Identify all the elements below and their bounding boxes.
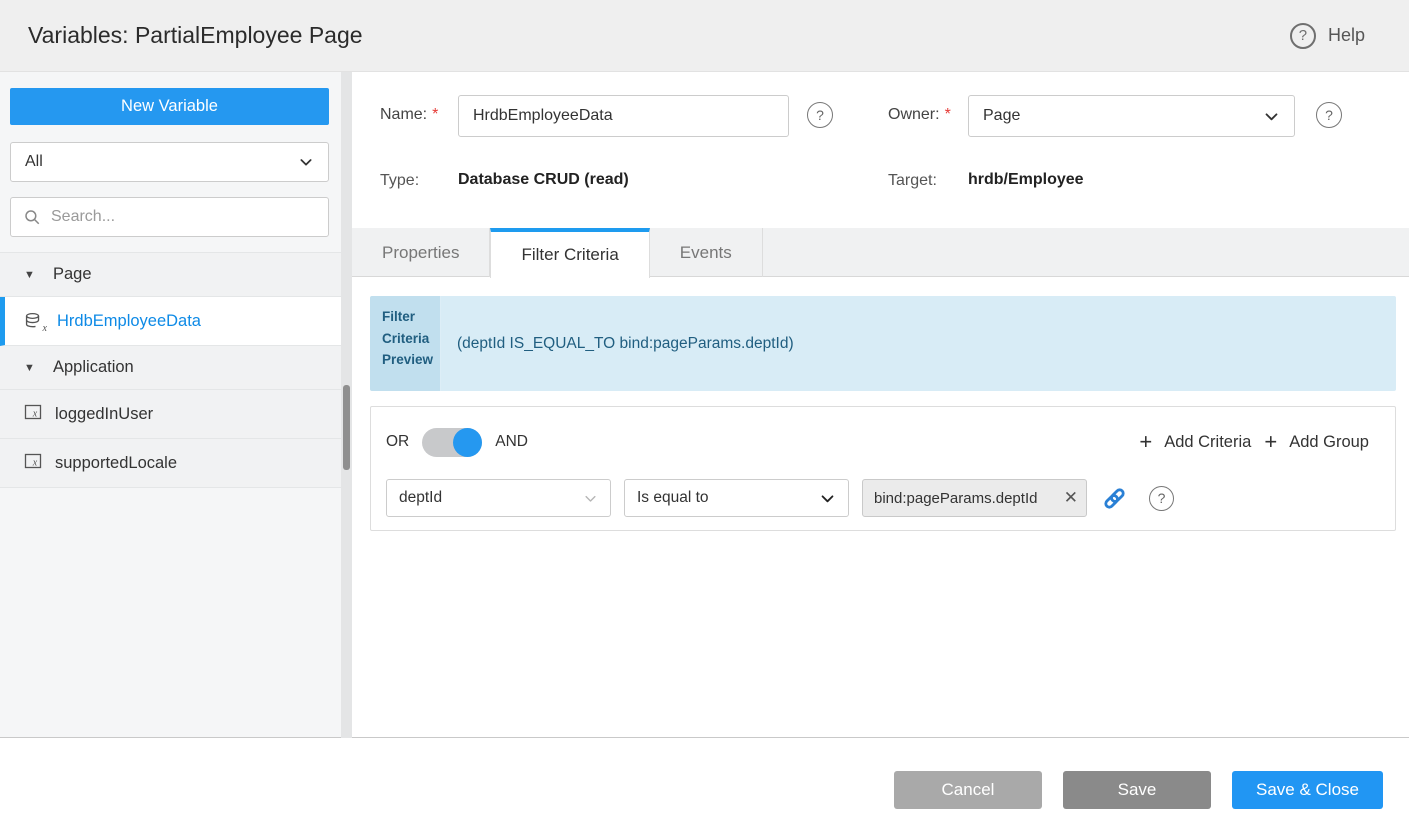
search-input[interactable] — [10, 197, 329, 237]
variable-filter-select[interactable]: All — [10, 142, 329, 182]
criteria-bound-value: bind:pageParams.deptId — [874, 490, 1062, 507]
criteria-value-chip[interactable]: bind:pageParams.deptId ✕ — [862, 479, 1087, 517]
owner-label: Owner:* — [888, 106, 951, 124]
model-variable-icon: x — [24, 404, 42, 425]
sidebar-item-loggedinuser[interactable]: x loggedInUser — [0, 390, 341, 439]
add-criteria-button[interactable]: + Add Criteria — [1139, 431, 1251, 453]
help-icon: ? — [1290, 23, 1316, 49]
svg-text:x: x — [32, 408, 38, 419]
type-value: Database CRUD (read) — [458, 171, 629, 189]
bind-link-icon[interactable] — [1102, 486, 1127, 511]
save-button[interactable]: Save — [1063, 771, 1211, 809]
preview-label: Filter Criteria Preview — [370, 296, 441, 391]
sidebar-item-label: HrdbEmployeeData — [57, 312, 201, 331]
tab-bar: Properties Filter Criteria Events — [352, 228, 1409, 277]
add-group-button[interactable]: + Add Group — [1264, 431, 1369, 453]
help-button[interactable]: ? Help — [1290, 23, 1365, 49]
preview-value: (deptId IS_EQUAL_TO bind:pageParams.dept… — [441, 296, 1396, 391]
target-value: hrdb/Employee — [968, 171, 1084, 189]
sidebar-item-hrdbemployeedata[interactable]: x HrdbEmployeeData — [0, 297, 341, 346]
help-label: Help — [1328, 25, 1365, 46]
cancel-button[interactable]: Cancel — [894, 771, 1042, 809]
criteria-condition-value: Is equal to — [637, 489, 819, 507]
name-field[interactable] — [458, 95, 789, 137]
chevron-down-icon — [1263, 108, 1280, 125]
criteria-field-value: deptId — [399, 489, 583, 507]
sidebar-scrollbar-thumb[interactable] — [343, 385, 350, 470]
database-variable-icon: x — [24, 312, 44, 331]
target-label: Target: — [888, 172, 937, 190]
variable-list: ▼ Page x HrdbEmployeeData ▼ — [0, 252, 341, 488]
sidebar-group-page[interactable]: ▼ Page — [0, 253, 341, 297]
type-label: Type: — [380, 172, 419, 190]
svg-text:x: x — [32, 457, 38, 468]
owner-help-icon[interactable]: ? — [1316, 102, 1342, 128]
model-variable-icon: x — [24, 453, 42, 474]
sidebar-group-label: Page — [53, 265, 92, 284]
chevron-down-icon — [298, 154, 314, 170]
search-icon — [23, 208, 41, 231]
tab-filter-criteria[interactable]: Filter Criteria — [490, 228, 649, 278]
variable-form: Name:* ? Owner:* Page ? Type: Database C… — [352, 72, 1409, 228]
criteria-row: deptId Is equal to bind:pageParams.deptI… — [386, 479, 1174, 517]
criteria-field-select[interactable]: deptId — [386, 479, 611, 517]
filter-criteria-preview: Filter Criteria Preview (deptId IS_EQUAL… — [370, 296, 1396, 391]
owner-value: Page — [983, 107, 1263, 125]
collapse-triangle-icon[interactable]: ▼ — [24, 269, 40, 281]
or-and-toggle[interactable] — [422, 428, 482, 457]
name-help-icon[interactable]: ? — [807, 102, 833, 128]
toggle-knob[interactable] — [453, 428, 482, 457]
variables-sidebar: New Variable All ▼ Page — [0, 72, 352, 737]
sidebar-item-supportedlocale[interactable]: x supportedLocale — [0, 439, 341, 488]
collapse-triangle-icon[interactable]: ▼ — [24, 362, 40, 374]
variable-detail-panel: Name:* ? Owner:* Page ? Type: Database C… — [352, 72, 1409, 737]
clear-binding-icon[interactable]: ✕ — [1062, 488, 1078, 508]
chevron-down-icon — [583, 491, 598, 506]
sidebar-group-application[interactable]: ▼ Application — [0, 346, 341, 390]
sidebar-group-label: Application — [53, 358, 134, 377]
or-label: OR — [386, 433, 409, 451]
plus-icon: + — [1264, 431, 1277, 453]
owner-select[interactable]: Page — [968, 95, 1295, 137]
required-marker: * — [945, 106, 951, 123]
dialog-body: New Variable All ▼ Page — [0, 72, 1409, 738]
dialog-header: Variables: PartialEmployee Page ? Help — [0, 0, 1409, 72]
filter-criteria-panel: Filter Criteria Preview (deptId IS_EQUAL… — [352, 278, 1409, 737]
dialog-footer: Cancel Save Save & Close — [0, 738, 1409, 838]
plus-icon: + — [1139, 431, 1152, 453]
required-marker: * — [432, 106, 438, 123]
page-title: Variables: PartialEmployee Page — [28, 22, 363, 49]
criteria-condition-select[interactable]: Is equal to — [624, 479, 849, 517]
tab-events[interactable]: Events — [650, 228, 763, 277]
criteria-toolbar: OR AND + Add Criteria + Add Group — [386, 427, 1369, 457]
sidebar-item-label: supportedLocale — [55, 454, 177, 473]
criteria-help-icon[interactable]: ? — [1149, 486, 1174, 511]
save-and-close-button[interactable]: Save & Close — [1232, 771, 1383, 809]
variable-search — [10, 197, 329, 237]
tab-properties[interactable]: Properties — [352, 228, 490, 277]
and-label: AND — [495, 433, 528, 451]
new-variable-button[interactable]: New Variable — [10, 88, 329, 125]
sidebar-scrollbar[interactable] — [341, 72, 352, 738]
name-label: Name:* — [380, 106, 438, 124]
chevron-down-icon — [819, 490, 836, 507]
variable-filter-value: All — [25, 153, 298, 171]
sidebar-item-label: loggedInUser — [55, 405, 153, 424]
criteria-group: OR AND + Add Criteria + Add Group — [370, 406, 1396, 531]
